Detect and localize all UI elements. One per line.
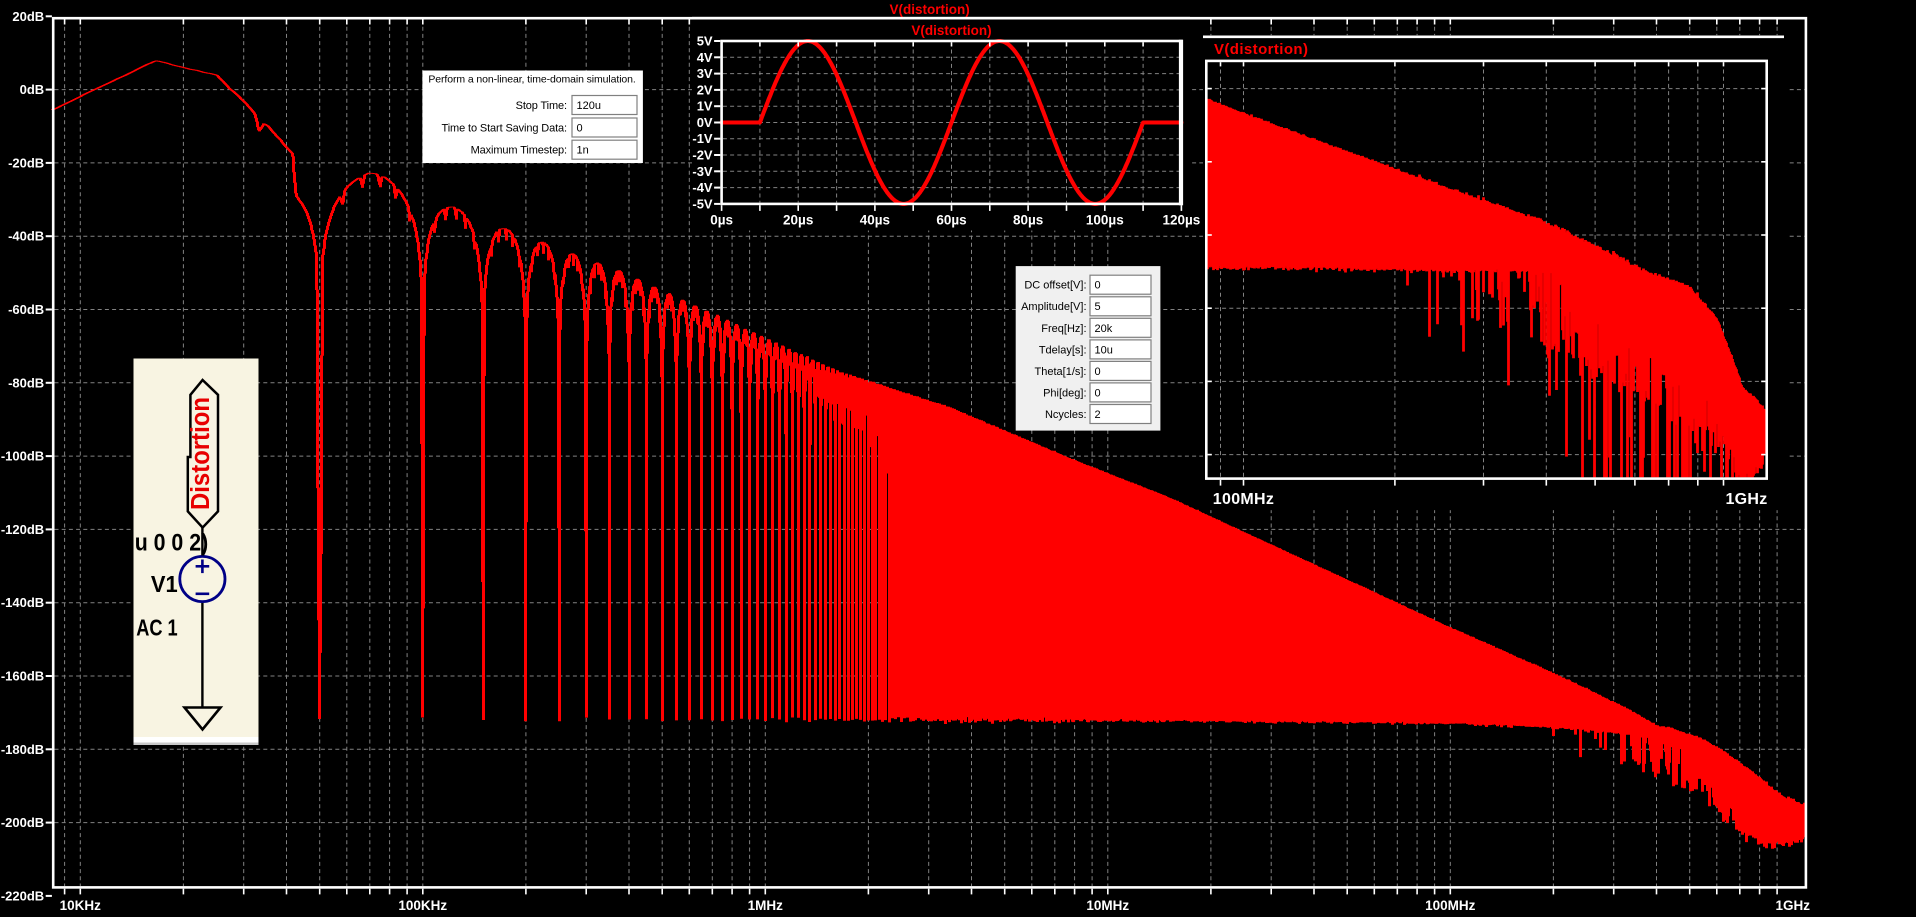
svg-text:10MHz: 10MHz <box>1086 898 1129 913</box>
svg-text:-20dB: -20dB <box>8 155 44 170</box>
svg-text:Ncycles:: Ncycles: <box>1045 409 1087 421</box>
svg-text:AC 1: AC 1 <box>136 615 178 641</box>
svg-text:1GHz: 1GHz <box>1776 898 1811 913</box>
svg-text:-200dB: -200dB <box>1 815 44 830</box>
svg-text:-40dB: -40dB <box>8 229 44 244</box>
svg-text:2: 2 <box>1095 409 1101 421</box>
svg-text:V1: V1 <box>151 571 178 597</box>
svg-text:Amplitude[V]:: Amplitude[V]: <box>1021 301 1086 313</box>
svg-text:-220dB: -220dB <box>1 888 44 903</box>
svg-text:80µs: 80µs <box>1013 213 1043 228</box>
svg-text:120µs: 120µs <box>1162 213 1200 228</box>
svg-text:-4V: -4V <box>692 180 713 195</box>
svg-text:Tdelay[s]:: Tdelay[s]: <box>1039 344 1087 356</box>
svg-text:-60dB: -60dB <box>8 302 44 317</box>
svg-text:20dB: 20dB <box>12 9 44 24</box>
svg-text:5: 5 <box>1095 301 1101 313</box>
svg-text:-160dB: -160dB <box>1 669 44 684</box>
svg-text:-3V: -3V <box>692 164 713 179</box>
svg-text:40µs: 40µs <box>860 213 890 228</box>
svg-text:2V: 2V <box>697 82 713 97</box>
svg-text:Theta[1/s]:: Theta[1/s]: <box>1035 366 1087 378</box>
svg-text:1GHz: 1GHz <box>1725 491 1767 508</box>
svg-text:10KHz: 10KHz <box>60 898 102 913</box>
svg-text:20µs: 20µs <box>783 213 813 228</box>
svg-text:100KHz: 100KHz <box>398 898 447 913</box>
svg-text:-120dB: -120dB <box>1 522 44 537</box>
svg-text:Stop Time:: Stop Time: <box>516 100 567 112</box>
svg-text:5V: 5V <box>697 34 713 49</box>
svg-text:100µs: 100µs <box>1086 213 1124 228</box>
svg-text:V(distortion): V(distortion) <box>911 23 991 38</box>
svg-text:1n: 1n <box>577 145 589 157</box>
svg-text:Maximum Timestep:: Maximum Timestep: <box>471 145 567 157</box>
svg-text:0µs: 0µs <box>710 213 733 228</box>
svg-text:-2V: -2V <box>692 148 713 163</box>
svg-text:10u: 10u <box>1095 344 1113 356</box>
svg-text:0: 0 <box>577 123 583 135</box>
svg-text:-100dB: -100dB <box>1 449 44 464</box>
svg-text:-5V: -5V <box>692 196 713 211</box>
svg-text:0: 0 <box>1095 387 1101 399</box>
svg-text:-80dB: -80dB <box>8 375 44 390</box>
svg-text:120u: 120u <box>577 100 601 112</box>
svg-text:Time to Start Saving Data:: Time to Start Saving Data: <box>442 123 568 135</box>
svg-text:Distortion: Distortion <box>187 397 215 510</box>
svg-text:u 0 0 2): u 0 0 2) <box>135 529 209 556</box>
svg-text:1V: 1V <box>697 99 713 114</box>
svg-text:0dB: 0dB <box>20 82 45 97</box>
svg-text:60µs: 60µs <box>936 213 966 228</box>
svg-text:DC offset[V]:: DC offset[V]: <box>1024 280 1086 292</box>
svg-text:-1V: -1V <box>692 131 713 146</box>
svg-text:0: 0 <box>1095 280 1101 292</box>
svg-text:100MHz: 100MHz <box>1213 491 1274 508</box>
svg-text:4V: 4V <box>697 50 713 65</box>
svg-text:20k: 20k <box>1095 323 1113 335</box>
svg-text:Freq[Hz]:: Freq[Hz]: <box>1041 323 1086 335</box>
svg-text:3V: 3V <box>697 66 713 81</box>
svg-text:-180dB: -180dB <box>1 742 44 757</box>
svg-text:Phi[deg]:: Phi[deg]: <box>1043 387 1086 399</box>
svg-text:1MHz: 1MHz <box>748 898 784 913</box>
svg-text:0V: 0V <box>697 115 713 130</box>
svg-text:V(distortion): V(distortion) <box>889 2 969 17</box>
svg-text:100MHz: 100MHz <box>1425 898 1476 913</box>
svg-text:Perform a non-linear, time-dom: Perform a non-linear, time-domain simula… <box>428 74 635 86</box>
svg-text:-140dB: -140dB <box>1 595 44 610</box>
svg-text:V(distortion): V(distortion) <box>1214 41 1308 58</box>
svg-text:0: 0 <box>1095 366 1101 378</box>
